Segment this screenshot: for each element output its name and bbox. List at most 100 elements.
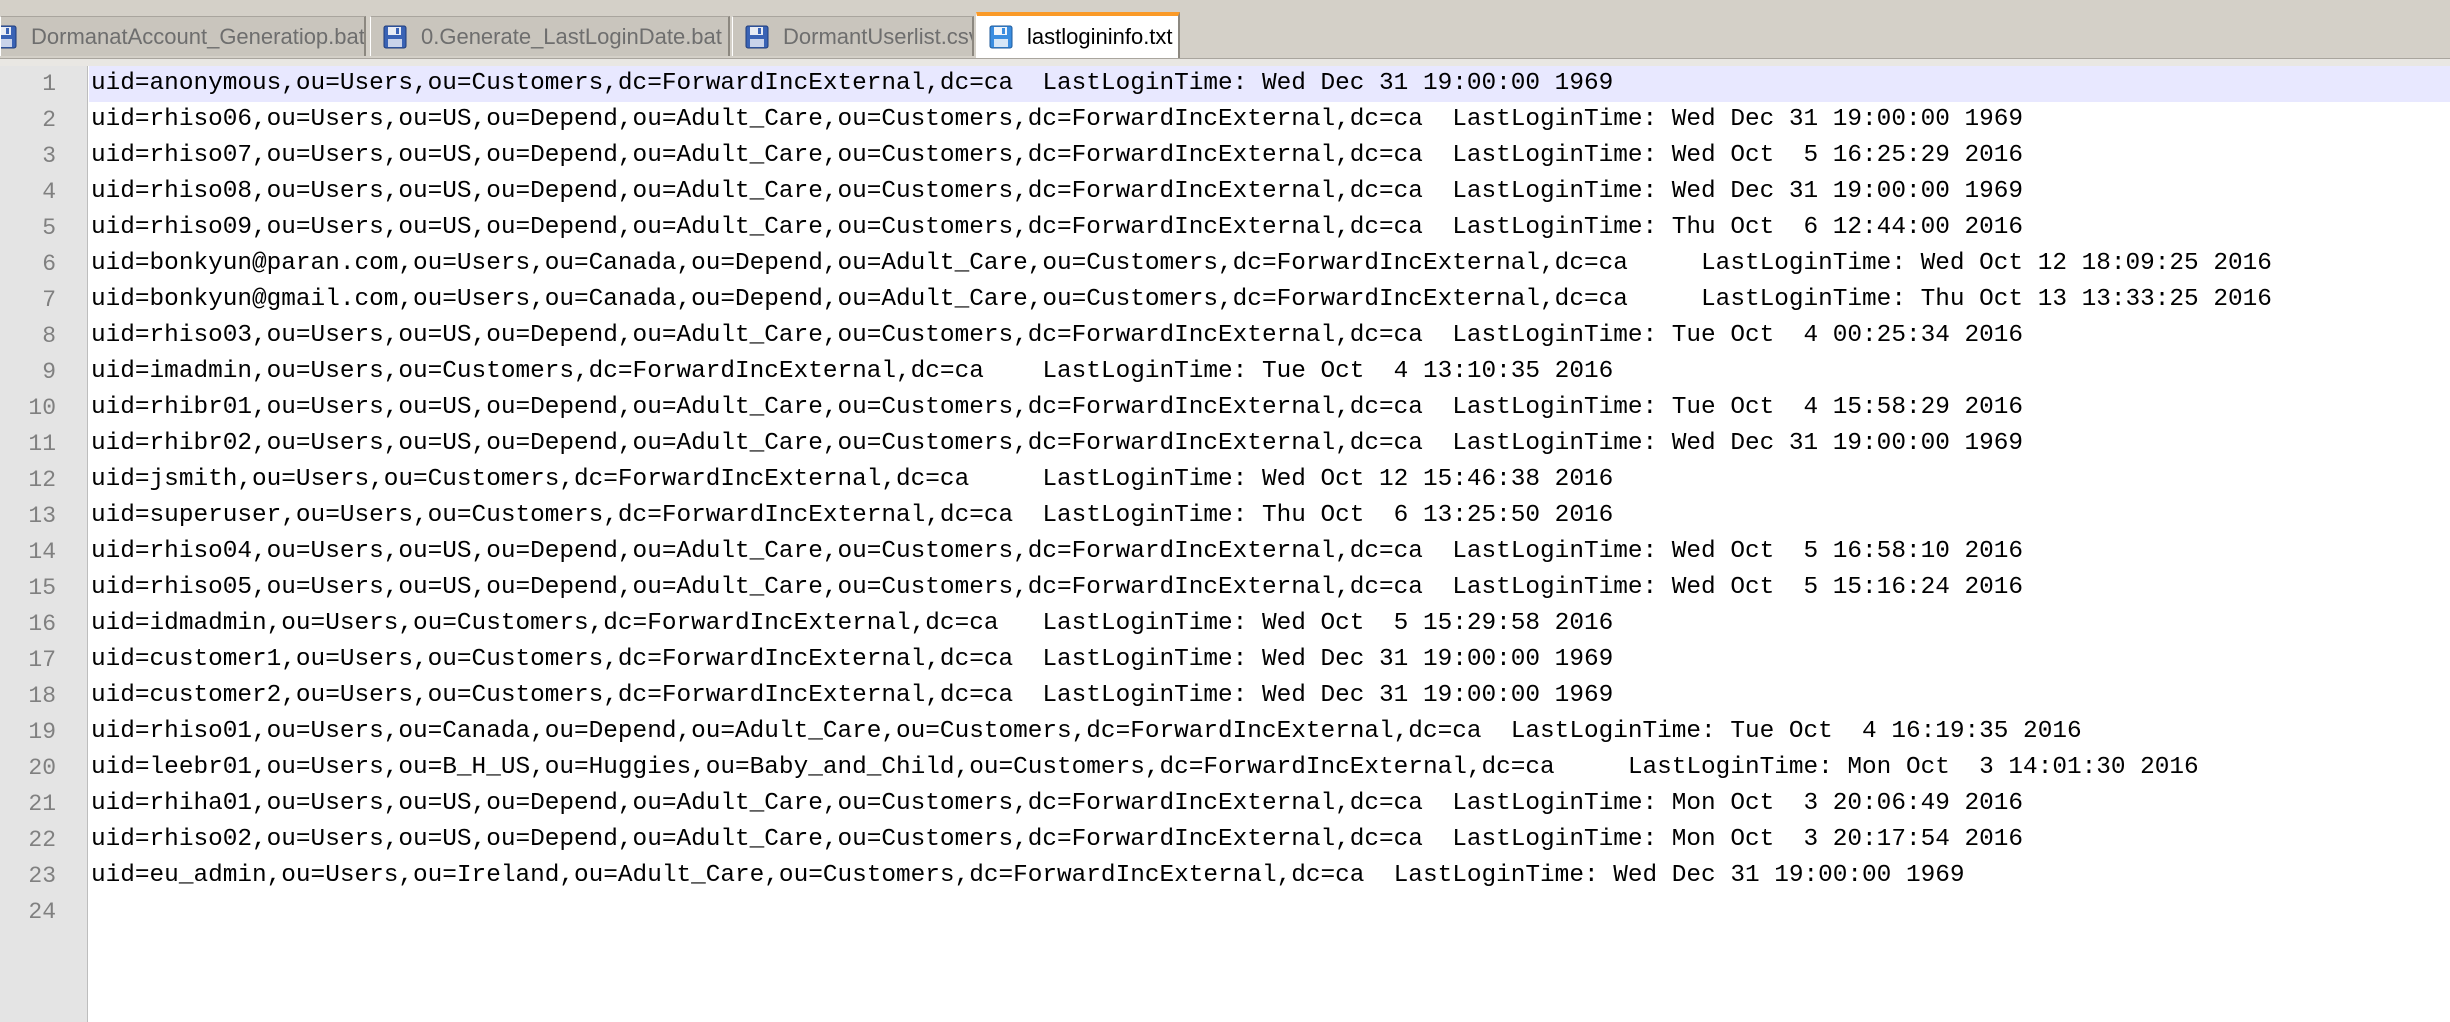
line-number: 5 bbox=[42, 215, 56, 241]
editor-line[interactable]: 21 uid=rhiha01,ou=Users,ou=US,ou=Depend,o… bbox=[0, 786, 2450, 822]
line-number: 13 bbox=[28, 503, 56, 529]
line-text-area[interactable]: uid=rhiso09,ou=Users,ou=US,ou=Depend,ou=… bbox=[89, 210, 2450, 246]
tab-0-generate-lastlogindate-bat[interactable]: 0.Generate_LastLoginDate.bat bbox=[370, 16, 730, 56]
floppy-disk-icon bbox=[1, 25, 17, 48]
editor-line[interactable]: 14 uid=rhiso04,ou=Users,ou=US,ou=Depend,o… bbox=[0, 534, 2450, 570]
editor-line[interactable]: 19 uid=rhiso01,ou=Users,ou=Canada,ou=Depe… bbox=[0, 714, 2450, 750]
line-text: uid=rhibr01,ou=Users,ou=US,ou=Depend,ou=… bbox=[91, 394, 2024, 421]
line-text: uid=rhiso07,ou=Users,ou=US,ou=Depend,ou=… bbox=[91, 142, 2024, 169]
line-number: 7 bbox=[42, 287, 56, 313]
tab-dormanataccount-generatiop-bat[interactable]: DormanatAccount_Generatiop.bat bbox=[0, 16, 366, 56]
tab-dormantuserlist-csv[interactable]: DormantUserlist.csv bbox=[732, 16, 974, 56]
line-text: uid=imadmin,ou=Users,ou=Customers,dc=For… bbox=[91, 358, 1614, 385]
line-number: 21 bbox=[28, 791, 56, 817]
editor-line[interactable]: 5 uid=rhiso09,ou=Users,ou=US,ou=Depend,ou… bbox=[0, 210, 2450, 246]
editor-line[interactable]: 13 uid=superuser,ou=Users,ou=Customers,dc… bbox=[0, 498, 2450, 534]
editor-line[interactable]: 8 uid=rhiso03,ou=Users,ou=US,ou=Depend,ou… bbox=[0, 318, 2450, 354]
line-text: uid=rhiso06,ou=Users,ou=US,ou=Depend,ou=… bbox=[91, 106, 2024, 133]
line-text-area[interactable]: uid=rhiso06,ou=Users,ou=US,ou=Depend,ou=… bbox=[89, 102, 2450, 138]
editor-line[interactable]: 4 uid=rhiso08,ou=Users,ou=US,ou=Depend,ou… bbox=[0, 174, 2450, 210]
editor-line[interactable]: 1 uid=anonymous,ou=Users,ou=Customers,dc=… bbox=[0, 66, 2450, 102]
line-text-area[interactable]: uid=leebr01,ou=Users,ou=B_H_US,ou=Huggie… bbox=[89, 750, 2450, 786]
editor-line[interactable]: 23 uid=eu_admin,ou=Users,ou=Ireland,ou=Ad… bbox=[0, 858, 2450, 894]
line-number: 6 bbox=[42, 251, 56, 277]
line-text: uid=leebr01,ou=Users,ou=B_H_US,ou=Huggie… bbox=[91, 754, 2199, 781]
line-text-area[interactable]: uid=anonymous,ou=Users,ou=Customers,dc=F… bbox=[89, 66, 2450, 102]
editor-line[interactable]: 17 uid=customer1,ou=Users,ou=Customers,dc… bbox=[0, 642, 2450, 678]
editor-line[interactable]: 16 uid=idmadmin,ou=Users,ou=Customers,dc=… bbox=[0, 606, 2450, 642]
editor-line[interactable]: 7 uid=bonkyun@gmail.com,ou=Users,ou=Canad… bbox=[0, 282, 2450, 318]
line-text: uid=bonkyun@paran.com,ou=Users,ou=Canada… bbox=[91, 250, 2272, 277]
line-text: uid=rhiso02,ou=Users,ou=US,ou=Depend,ou=… bbox=[91, 826, 2024, 853]
line-text-area[interactable]: uid=rhiso08,ou=Users,ou=US,ou=Depend,ou=… bbox=[89, 174, 2450, 210]
line-text-area[interactable]: uid=customer1,ou=Users,ou=Customers,dc=F… bbox=[89, 642, 2450, 678]
tab-bar-divider bbox=[0, 58, 2450, 66]
tab-label: DormantUserlist.csv bbox=[783, 23, 974, 49]
line-number: 18 bbox=[28, 683, 56, 709]
line-number: 14 bbox=[28, 539, 56, 565]
line-text-area[interactable]: uid=idmadmin,ou=Users,ou=Customers,dc=Fo… bbox=[89, 606, 2450, 642]
line-text-area[interactable]: uid=customer2,ou=Users,ou=Customers,dc=F… bbox=[89, 678, 2450, 714]
editor-line[interactable]: 24 bbox=[0, 894, 2450, 930]
line-text: uid=rhiso03,ou=Users,ou=US,ou=Depend,ou=… bbox=[91, 322, 2024, 349]
line-text-area[interactable]: uid=rhiha01,ou=Users,ou=US,ou=Depend,ou=… bbox=[89, 786, 2450, 822]
line-text-area[interactable]: uid=rhiso05,ou=Users,ou=US,ou=Depend,ou=… bbox=[89, 570, 2450, 606]
line-text: uid=idmadmin,ou=Users,ou=Customers,dc=Fo… bbox=[91, 610, 1614, 637]
line-text: uid=rhiha01,ou=Users,ou=US,ou=Depend,ou=… bbox=[91, 790, 2024, 817]
line-text-area[interactable]: uid=jsmith,ou=Users,ou=Customers,dc=Forw… bbox=[89, 462, 2450, 498]
line-text: uid=rhiso01,ou=Users,ou=Canada,ou=Depend… bbox=[91, 718, 2082, 745]
line-text: uid=customer2,ou=Users,ou=Customers,dc=F… bbox=[91, 682, 1614, 709]
tab-label: lastlogininfo.txt bbox=[1027, 24, 1173, 49]
line-number: 10 bbox=[28, 395, 56, 421]
line-text-area[interactable]: uid=bonkyun@paran.com,ou=Users,ou=Canada… bbox=[89, 246, 2450, 282]
editor-line[interactable]: 2 uid=rhiso06,ou=Users,ou=US,ou=Depend,ou… bbox=[0, 102, 2450, 138]
editor-line[interactable]: 15 uid=rhiso05,ou=Users,ou=US,ou=Depend,o… bbox=[0, 570, 2450, 606]
editor-line[interactable]: 20 uid=leebr01,ou=Users,ou=B_H_US,ou=Hugg… bbox=[0, 750, 2450, 786]
editor-line[interactable]: 22 uid=rhiso02,ou=Users,ou=US,ou=Depend,o… bbox=[0, 822, 2450, 858]
line-text: uid=jsmith,ou=Users,ou=Customers,dc=Forw… bbox=[91, 466, 1614, 493]
line-text-area[interactable]: uid=rhiso03,ou=Users,ou=US,ou=Depend,ou=… bbox=[89, 318, 2450, 354]
line-text-area[interactable]: uid=superuser,ou=Users,ou=Customers,dc=F… bbox=[89, 498, 2450, 534]
line-text: uid=customer1,ou=Users,ou=Customers,dc=F… bbox=[91, 646, 1614, 673]
editor-line[interactable]: 6 uid=bonkyun@paran.com,ou=Users,ou=Canad… bbox=[0, 246, 2450, 282]
line-text-area[interactable]: uid=rhibr01,ou=Users,ou=US,ou=Depend,ou=… bbox=[89, 390, 2450, 426]
line-number: 22 bbox=[28, 827, 56, 853]
editor-line[interactable]: 9 uid=imadmin,ou=Users,ou=Customers,dc=Fo… bbox=[0, 354, 2450, 390]
editor-line[interactable]: 18 uid=customer2,ou=Users,ou=Customers,dc… bbox=[0, 678, 2450, 714]
line-text: uid=rhiso05,ou=Users,ou=US,ou=Depend,ou=… bbox=[91, 574, 2024, 601]
line-text: uid=bonkyun@gmail.com,ou=Users,ou=Canada… bbox=[91, 286, 2272, 313]
line-number: 19 bbox=[28, 719, 56, 745]
floppy-disk-icon bbox=[745, 25, 769, 48]
line-number: 17 bbox=[28, 647, 56, 673]
line-text-area[interactable] bbox=[89, 894, 2450, 930]
line-text-area[interactable]: uid=rhiso04,ou=Users,ou=US,ou=Depend,ou=… bbox=[89, 534, 2450, 570]
line-text: uid=rhiso09,ou=Users,ou=US,ou=Depend,ou=… bbox=[91, 214, 2024, 241]
line-number: 3 bbox=[42, 143, 56, 169]
line-number: 23 bbox=[28, 863, 56, 889]
line-number: 9 bbox=[42, 359, 56, 385]
tab-label: 0.Generate_LastLoginDate.bat bbox=[421, 23, 722, 49]
line-text-area[interactable]: uid=rhibr02,ou=Users,ou=US,ou=Depend,ou=… bbox=[89, 426, 2450, 462]
line-text-area[interactable]: uid=imadmin,ou=Users,ou=Customers,dc=For… bbox=[89, 354, 2450, 390]
line-text-area[interactable]: uid=rhiso02,ou=Users,ou=US,ou=Depend,ou=… bbox=[89, 822, 2450, 858]
line-number: 12 bbox=[28, 467, 56, 493]
line-number: 15 bbox=[28, 575, 56, 601]
line-text-area[interactable]: uid=rhiso07,ou=Users,ou=US,ou=Depend,ou=… bbox=[89, 138, 2450, 174]
line-text-area[interactable]: uid=rhiso01,ou=Users,ou=Canada,ou=Depend… bbox=[89, 714, 2450, 750]
editor-line[interactable]: 10 uid=rhibr01,ou=Users,ou=US,ou=Depend,o… bbox=[0, 390, 2450, 426]
floppy-disk-icon bbox=[383, 25, 407, 48]
editor-line[interactable]: 11 uid=rhibr02,ou=Users,ou=US,ou=Depend,o… bbox=[0, 426, 2450, 462]
line-text-area[interactable]: uid=eu_admin,ou=Users,ou=Ireland,ou=Adul… bbox=[89, 858, 2450, 894]
line-number: 2 bbox=[42, 107, 56, 133]
tab-lastlogininfo-txt[interactable]: lastlogininfo.txt bbox=[976, 12, 1180, 58]
tab-bar: DormanatAccount_Generatiop.bat 0.Generat… bbox=[0, 0, 2450, 60]
line-number: 1 bbox=[42, 71, 56, 97]
line-text: uid=eu_admin,ou=Users,ou=Ireland,ou=Adul… bbox=[91, 862, 1965, 889]
floppy-disk-icon bbox=[989, 25, 1013, 49]
line-number: 11 bbox=[28, 431, 56, 457]
editor-line[interactable]: 12 uid=jsmith,ou=Users,ou=Customers,dc=Fo… bbox=[0, 462, 2450, 498]
line-text-area[interactable]: uid=bonkyun@gmail.com,ou=Users,ou=Canada… bbox=[89, 282, 2450, 318]
editor-line[interactable]: 3 uid=rhiso07,ou=Users,ou=US,ou=Depend,ou… bbox=[0, 138, 2450, 174]
text-editor[interactable]: 1 uid=anonymous,ou=Users,ou=Customers,dc=… bbox=[0, 66, 2450, 1022]
line-number: 20 bbox=[28, 755, 56, 781]
